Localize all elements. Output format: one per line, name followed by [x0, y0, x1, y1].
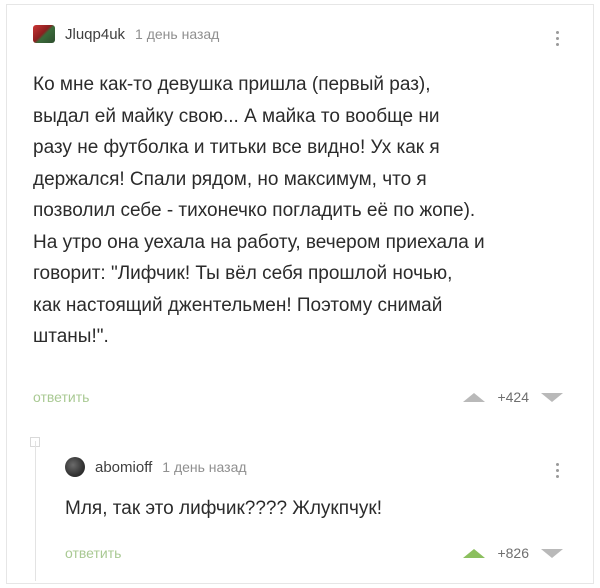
username[interactable]: abomioff	[95, 459, 152, 476]
vote-controls: +826	[463, 545, 563, 561]
comment-text: Мля, так это лифчик???? Жлукпчук!	[65, 498, 383, 519]
downvote-icon[interactable]	[541, 548, 563, 558]
score: +826	[497, 545, 529, 561]
comment-header: Jluqp4uk 1 день назад	[33, 25, 219, 43]
vote-controls: +424	[463, 389, 563, 405]
reply-link[interactable]: ответить	[33, 389, 89, 405]
comment-reply: abomioff 1 день назад Мля, так это лифчи…	[7, 435, 593, 585]
comment: Jluqp4uk 1 день назад Ко мне как-то деву…	[7, 5, 593, 425]
score: +424	[497, 389, 529, 405]
timestamp: 1 день назад	[162, 459, 247, 475]
upvote-icon[interactable]	[463, 548, 486, 558]
downvote-icon[interactable]	[541, 392, 563, 402]
more-options-icon[interactable]	[555, 463, 559, 478]
comments-panel: Jluqp4uk 1 день назад Ко мне как-то деву…	[6, 4, 594, 584]
reply-link[interactable]: ответить	[65, 545, 121, 561]
comment-text: Ко мне как-то девушка пришла (первый раз…	[33, 74, 485, 347]
comment-header: abomioff 1 день назад	[65, 457, 247, 477]
username[interactable]: Jluqp4uk	[65, 26, 125, 43]
upvote-icon[interactable]	[463, 392, 486, 402]
avatar[interactable]	[33, 25, 55, 43]
more-options-icon[interactable]	[555, 31, 559, 46]
timestamp: 1 день назад	[135, 26, 220, 42]
avatar[interactable]	[65, 457, 85, 477]
